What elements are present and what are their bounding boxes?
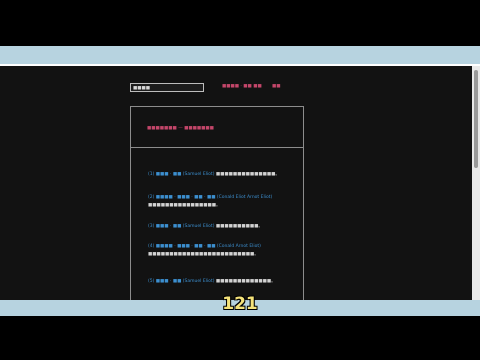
content-box: (1) ■■■ · ■■ (Samuel Eliot) ■■■■■■■■■■■■…: [130, 148, 304, 300]
paragraph-reference[interactable]: (1) ■■■ · ■■ (Samuel Eliot): [148, 172, 214, 177]
paragraph-text: ■■■■■■■■■■■■■■。: [215, 172, 280, 177]
reader-toolbar: ■■■■ ■■■■ · ■■ ■■ ■■: [130, 83, 330, 95]
search-input[interactable]: ■■■■: [130, 83, 204, 92]
video-letterbox-top: [0, 0, 480, 46]
paragraph-text: ■■■■■■■■■■■■■■■■■■■■■■■■■。: [148, 251, 259, 257]
paragraph-text: ■■■■■■■■■■■■■■■■。: [148, 202, 221, 208]
subtitle-caption: 121: [222, 294, 258, 314]
directory-link[interactable]: ■■: [272, 84, 281, 89]
paragraph-text: ■■■■■■■■■■。: [215, 224, 263, 229]
chapter-nav-link[interactable]: ■■■■ · ■■ ■■: [222, 84, 262, 89]
paragraph-text: ■■■■■■■■■■■■■。: [215, 279, 276, 284]
paragraph: (5) ■■■ · ■■ (Samuel Eliot) ■■■■■■■■■■■■…: [148, 278, 294, 286]
page-title: ■■■■■■■ — ■■■■■■■: [147, 126, 214, 131]
paragraph-reference[interactable]: (5) ■■■ · ■■ (Samuel Eliot): [148, 279, 214, 284]
top-stripe: [0, 46, 480, 64]
paragraph: (2) ■■■■ · ■■■ · ■■ · ■■ (Conald Eliot A…: [148, 194, 294, 209]
paragraph: (4) ■■■■ · ■■■ · ■■ · ■■ (Conald Arnot E…: [148, 243, 294, 258]
paragraph-reference[interactable]: (4) ■■■■ · ■■■ · ■■ · ■■ (Conald Arnot E…: [148, 244, 261, 249]
paragraph: (3) ■■■ · ■■ (Samuel Eliot) ■■■■■■■■■■。: [148, 223, 294, 231]
reader-page: ■■■■ ■■■■ · ■■ ■■ ■■ ■■■■■■■ — ■■■■■■■ (…: [0, 66, 472, 300]
video-letterbox-bottom: [0, 316, 480, 360]
paragraph: (1) ■■■ · ■■ (Samuel Eliot) ■■■■■■■■■■■■…: [148, 171, 294, 179]
scrollbar-thumb[interactable]: [474, 70, 478, 168]
paragraph-reference[interactable]: (2) ■■■■ · ■■■ · ■■ · ■■ (Conald Eliot A…: [148, 195, 272, 200]
paragraph-reference[interactable]: (3) ■■■ · ■■ (Samuel Eliot): [148, 224, 214, 229]
title-box: ■■■■■■■ — ■■■■■■■: [130, 106, 304, 148]
